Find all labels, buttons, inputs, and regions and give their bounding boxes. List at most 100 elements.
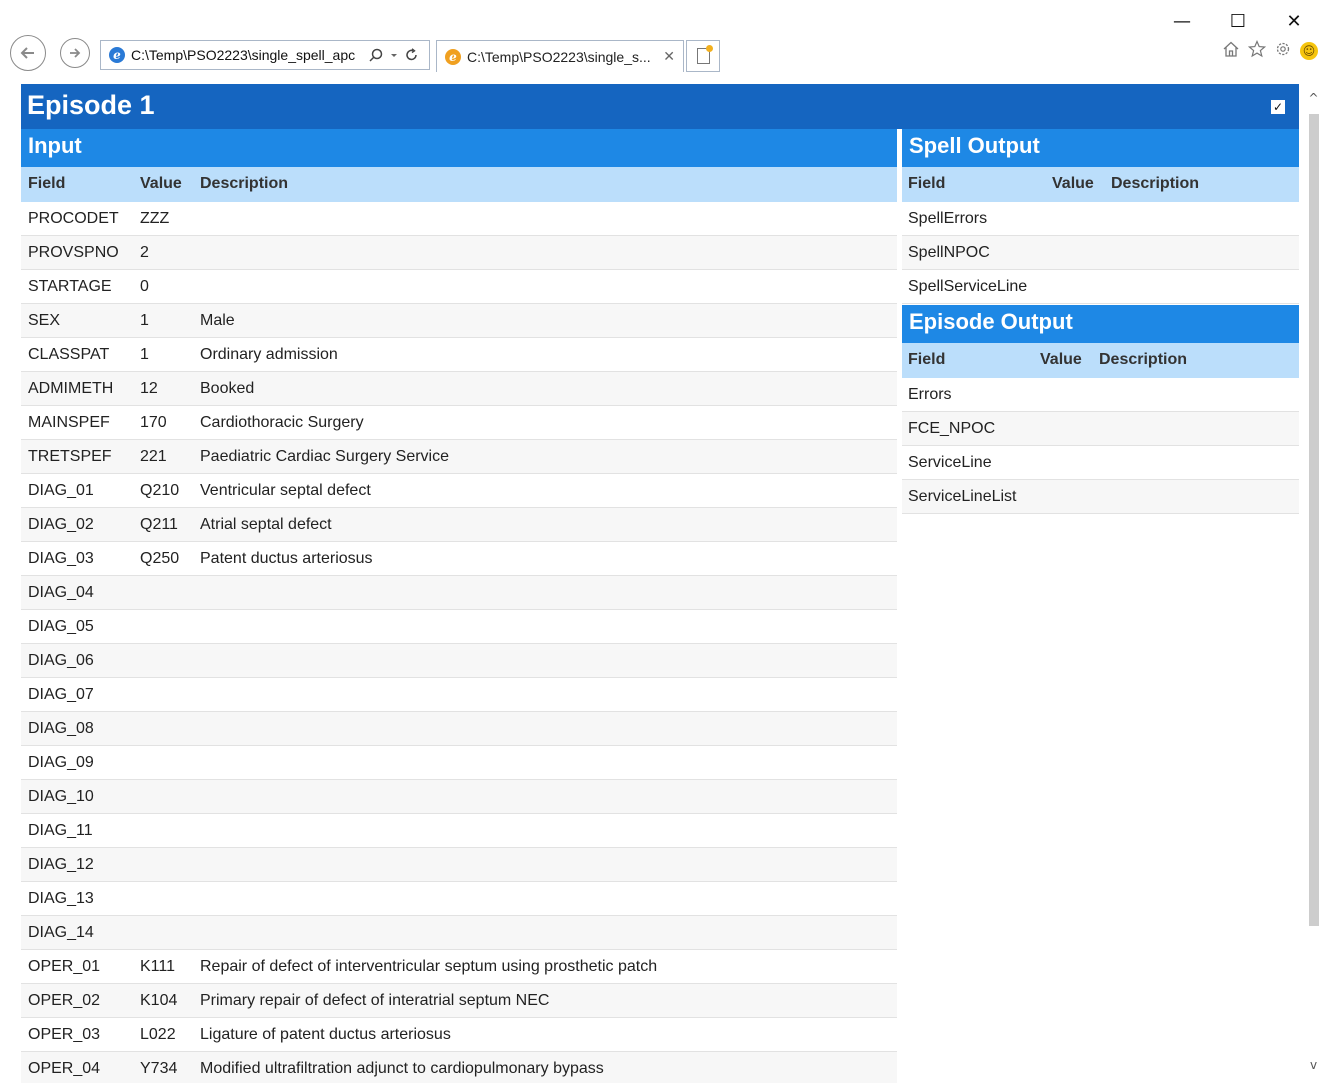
cell-description: Paediatric Cardiac Surgery Service [200,448,449,465]
cell-field: MAINSPEF [28,414,110,431]
table-row: FCE_NPOC [902,412,1299,446]
vertical-scrollbar[interactable]: ^ v [1305,80,1322,1083]
table-row: SEX 1 Male [21,304,897,338]
scroll-thumb[interactable] [1309,114,1319,926]
table-row: SpellErrors [902,202,1299,236]
table-row: PROCODET ZZZ [21,202,897,236]
browser-chrome: — ☐ ✕ e C:\Temp\PSO2223\single_spell_apc… [0,0,1322,76]
address-bar[interactable]: e C:\Temp\PSO2223\single_spell_apc [100,40,430,70]
refresh-icon[interactable] [405,48,419,62]
table-row: DIAG_08 [21,712,897,746]
window-controls: — ☐ ✕ [1154,6,1322,36]
cell-value: 170 [140,414,167,431]
table-row: DIAG_11 [21,814,897,848]
episode-output-title: Episode Output [902,305,1299,343]
table-row: STARTAGE 0 [21,270,897,304]
cell-description: Ordinary admission [200,346,338,363]
spell-col-description: Description [1111,175,1200,192]
cell-value: 0 [140,278,149,295]
spell-output-title: Spell Output [902,129,1299,167]
cell-field: ADMIMETH [28,380,114,397]
cell-description: Booked [200,380,255,397]
dropdown-icon[interactable] [389,48,399,62]
address-text[interactable]: C:\Temp\PSO2223\single_spell_apc [131,47,363,63]
cell-description: Patent ductus arteriosus [200,550,373,567]
cell-field: DIAG_02 [28,516,94,533]
cell-field: ServiceLine [908,454,992,471]
cell-field: ServiceLineList [908,488,1017,505]
input-col-description: Description [200,175,289,192]
cell-value: ZZZ [140,210,170,227]
table-row: DIAG_12 [21,848,897,882]
episode-col-description: Description [1099,351,1188,368]
episode-title: Episode 1 [27,90,155,120]
cell-value: Q211 [140,516,178,533]
smiley-icon[interactable]: ☺ [1300,42,1318,60]
scroll-up-icon[interactable]: ^ [1305,88,1322,108]
cell-field: DIAG_09 [28,754,94,771]
home-icon[interactable] [1222,40,1240,58]
table-row: DIAG_04 [21,576,897,610]
table-row: MAINSPEF 170 Cardiothoracic Surgery [21,406,897,440]
arrow-left-icon [20,47,34,59]
minimize-button[interactable]: — [1154,6,1210,36]
new-tab-button[interactable] [686,40,720,72]
tab-close-icon[interactable]: ✕ [663,48,675,65]
back-button[interactable] [10,35,46,71]
cell-field: STARTAGE [28,278,112,295]
new-tab-icon [696,45,713,64]
cell-field: DIAG_03 [28,550,94,567]
episode-col-field: Field [908,351,946,368]
spell-output-column-headers: Field Value Description [902,167,1299,202]
table-row: DIAG_02 Q211 Atrial septal defect [21,508,897,542]
cell-value: 2 [140,244,149,261]
table-row: DIAG_14 [21,916,897,950]
ie-page-icon: e [109,47,125,63]
cell-field: CLASSPAT [28,346,110,363]
episode-col-value: Value [1040,351,1082,368]
table-row: OPER_03 L022 Ligature of patent ductus art… [21,1018,897,1052]
browser-tools: ☺ [1222,40,1318,60]
star-icon[interactable] [1248,40,1266,58]
cell-field: SpellServiceLine [908,278,1028,295]
cell-value: 221 [140,448,167,465]
forward-button[interactable] [60,38,90,68]
cell-description: Modified ultrafiltration adjunct to card… [200,1060,604,1077]
cell-field: Errors [908,386,952,403]
table-row: DIAG_09 [21,746,897,780]
cell-field: FCE_NPOC [908,420,996,437]
table-row: SpellNPOC [902,236,1299,270]
close-button[interactable]: ✕ [1266,6,1322,36]
table-row: PROVSPNO 2 [21,236,897,270]
cell-field: SpellErrors [908,210,988,227]
episode-header: Episode 1 ✓ [21,84,1299,129]
scroll-down-icon[interactable]: v [1305,1055,1322,1075]
cell-field: PROVSPNO [28,244,119,261]
cell-value: L022 [140,1026,176,1043]
cell-field: DIAG_04 [28,584,94,601]
cell-field: DIAG_13 [28,890,94,907]
cell-value: Q250 [140,550,180,567]
cell-field: DIAG_06 [28,652,94,669]
episode-checkbox[interactable]: ✓ [1271,100,1285,114]
table-row: DIAG_01 Q210 Ventricular septal defect [21,474,897,508]
browser-tab[interactable]: e C:\Temp\PSO2223\single_s... ✕ [436,40,684,72]
episode-output-column-headers: Field Value Description [902,343,1299,378]
table-row: CLASSPAT 1 Ordinary admission [21,338,897,372]
search-icon[interactable] [369,48,383,62]
cell-field: DIAG_08 [28,720,94,737]
arrow-right-icon [70,48,81,58]
table-row: DIAG_06 [21,644,897,678]
gear-icon[interactable] [1274,40,1292,58]
cell-field: SEX [28,312,61,329]
cell-description: Ventricular septal defect [200,482,371,499]
cell-field: DIAG_05 [28,618,94,635]
input-panel-title: Input [21,129,897,167]
table-row: DIAG_05 [21,610,897,644]
cell-field: OPER_03 [28,1026,101,1043]
maximize-button[interactable]: ☐ [1210,6,1266,36]
cell-field: DIAG_10 [28,788,94,805]
cell-field: DIAG_12 [28,856,94,873]
cell-description: Ligature of patent ductus arteriosus [200,1026,451,1043]
table-row: DIAG_13 [21,882,897,916]
